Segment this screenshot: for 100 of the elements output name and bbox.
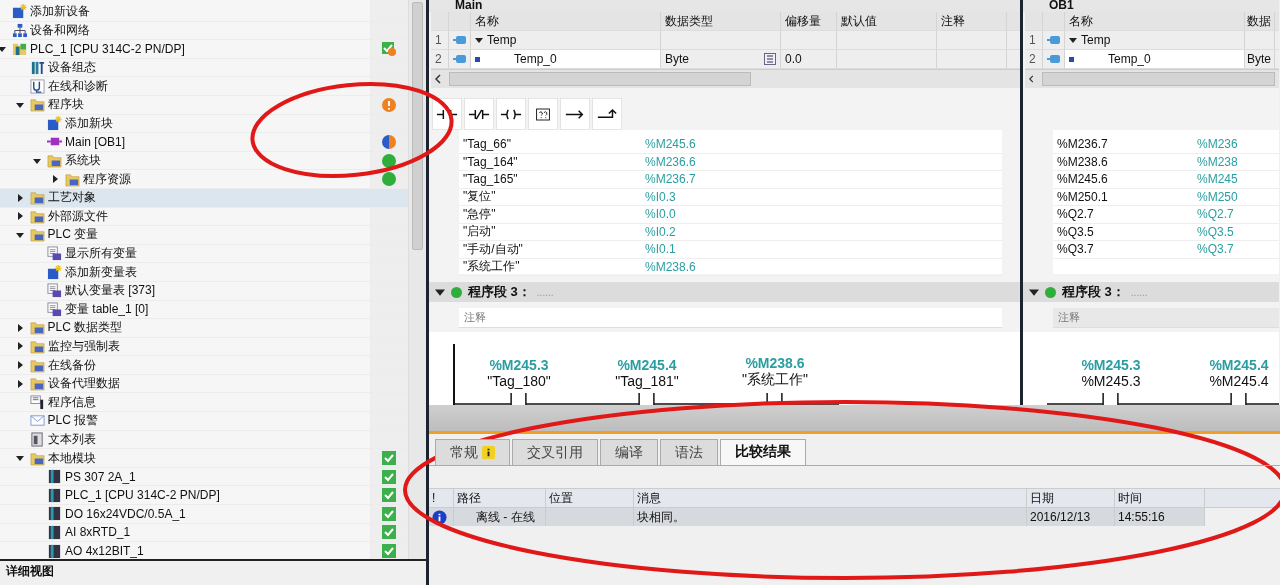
- comment-field[interactable]: 注释: [1053, 308, 1279, 328]
- expand-arrow-icon[interactable]: [15, 193, 24, 202]
- tree-item[interactable]: PLC_1 [CPU 314C-2 PN/DP]: [0, 40, 408, 59]
- tree-item[interactable]: 系统块: [0, 151, 408, 171]
- column-header[interactable]: 名称: [471, 12, 661, 30]
- tag-name[interactable]: %Q2.7: [1053, 207, 1197, 222]
- tree-item[interactable]: 在线备份: [0, 356, 408, 375]
- tree-item[interactable]: 本地模块: [0, 449, 408, 468]
- collapse-arrow-icon[interactable]: [1069, 36, 1077, 44]
- column-header[interactable]: 消息: [634, 489, 1027, 507]
- tab[interactable]: 交叉引用: [512, 439, 598, 465]
- column-header[interactable]: 偏移量: [781, 12, 837, 30]
- tree-item[interactable]: 设备和网络: [0, 21, 408, 41]
- details-view-header[interactable]: 详细视图: [0, 559, 426, 585]
- tree-item[interactable]: DO 16x24VDC/0.5A_1: [0, 505, 408, 524]
- tag-name[interactable]: "Tag_66": [459, 137, 645, 152]
- expand-arrow-icon[interactable]: [15, 379, 24, 388]
- ladder-tool-button[interactable]: [464, 98, 494, 130]
- scroll-left-icon[interactable]: [1029, 74, 1034, 84]
- network-header[interactable]: 程序段 3： ......: [1023, 282, 1279, 302]
- contact-symbol[interactable]: [1047, 393, 1175, 405]
- scroll-left-icon[interactable]: [435, 74, 441, 84]
- expand-arrow-icon[interactable]: [15, 323, 24, 332]
- tag-name[interactable]: "Tag_164": [459, 154, 645, 169]
- collapse-arrow-icon[interactable]: [33, 156, 41, 165]
- tag-name[interactable]: %M236.7: [1053, 137, 1197, 152]
- tree-item[interactable]: 程序资源: [0, 170, 408, 189]
- ladder-tool-button[interactable]: [560, 98, 590, 130]
- scrollbar[interactable]: [1025, 69, 1279, 88]
- column-header[interactable]: 默认值: [837, 12, 937, 30]
- tree-item[interactable]: 设备组态: [0, 58, 408, 78]
- collapse-arrow-icon[interactable]: [15, 100, 24, 109]
- tree-item[interactable]: PLC_1 [CPU 314C-2 PN/DP]: [0, 486, 408, 506]
- tree-item[interactable]: 文本列表: [0, 430, 408, 450]
- tree-item[interactable]: PLC 变量: [0, 226, 408, 245]
- collapse-arrow-icon[interactable]: [15, 230, 24, 239]
- tab[interactable]: 编译: [600, 439, 658, 465]
- tag-name[interactable]: %Q3.7: [1053, 242, 1197, 257]
- collapse-arrow-icon[interactable]: [435, 287, 445, 297]
- tree-item[interactable]: PLC 报警: [0, 412, 408, 431]
- tag-name[interactable]: "复位": [459, 188, 645, 206]
- column-header[interactable]: !: [429, 489, 454, 507]
- expand-arrow-icon[interactable]: [50, 175, 59, 184]
- tree-item[interactable]: 添加新块: [0, 114, 408, 134]
- tag-name[interactable]: %M238.6: [1053, 154, 1197, 169]
- tab[interactable]: 比较结果: [720, 439, 806, 465]
- tag-name[interactable]: "启动": [459, 223, 645, 241]
- ladder-tool-button[interactable]: [592, 98, 622, 130]
- tree-item[interactable]: PLC 数据类型: [0, 319, 408, 338]
- tree-item[interactable]: 添加新变量表: [0, 263, 408, 282]
- tree-item[interactable]: 默认变量表 [373]: [0, 281, 408, 301]
- tab[interactable]: 常规: [435, 439, 510, 465]
- scrollbar[interactable]: [408, 0, 426, 559]
- expand-arrow-icon[interactable]: [15, 212, 24, 221]
- tree-item[interactable]: Main [OB1]: [0, 133, 408, 152]
- contact-symbol[interactable]: [583, 393, 711, 405]
- contact-symbol[interactable]: [455, 393, 583, 405]
- scrollbar[interactable]: [431, 69, 1020, 88]
- tag-name[interactable]: "Tag_165": [459, 172, 645, 187]
- column-header[interactable]: 日期: [1027, 489, 1115, 507]
- column-header[interactable]: 注释: [937, 12, 1007, 30]
- tree-item[interactable]: 显示所有变量: [0, 244, 408, 264]
- network-icon: [12, 22, 27, 38]
- ladder-tool-button[interactable]: [528, 98, 558, 130]
- tree-item[interactable]: 程序块: [0, 95, 408, 115]
- tree-item[interactable]: 监控与强制表: [0, 337, 408, 357]
- list-icon[interactable]: [764, 53, 776, 65]
- tree-item[interactable]: 在线和诊断: [0, 77, 408, 96]
- contact-symbol[interactable]: [1175, 393, 1279, 405]
- tag-name[interactable]: %Q3.5: [1053, 224, 1197, 239]
- comment-field[interactable]: 注释: [459, 308, 1002, 328]
- tag-name[interactable]: "系统工作": [459, 258, 645, 276]
- column-header[interactable]: 时间: [1115, 489, 1205, 507]
- tag-name[interactable]: "手动/自动": [459, 240, 645, 258]
- expand-arrow-icon[interactable]: [15, 361, 24, 370]
- tag-name[interactable]: %M245.6: [1053, 172, 1197, 187]
- collapse-arrow-icon[interactable]: [1029, 287, 1039, 297]
- column-header[interactable]: 数据: [1245, 12, 1275, 30]
- check-icon: [382, 488, 396, 503]
- message-row[interactable]: 离线 - 在线 块相同。 2016/12/13 14:55:16: [429, 508, 1205, 526]
- tag-name[interactable]: %M250.1: [1053, 189, 1197, 204]
- ladder-tool-button[interactable]: [496, 98, 526, 130]
- tree-item[interactable]: 外部源文件: [0, 207, 408, 227]
- network-header[interactable]: 程序段 3： ......: [429, 282, 1020, 302]
- collapse-arrow-icon[interactable]: [15, 454, 24, 463]
- tree-item[interactable]: 设备代理数据: [0, 374, 408, 394]
- tag-name[interactable]: "急停": [459, 205, 645, 223]
- column-header[interactable]: 名称: [1065, 12, 1245, 30]
- tree-item[interactable]: PS 307 2A_1: [0, 467, 408, 487]
- collapse-arrow-icon[interactable]: [475, 36, 483, 44]
- collapse-arrow-icon[interactable]: [0, 45, 6, 53]
- tree-item[interactable]: 程序信息: [0, 393, 408, 413]
- tab[interactable]: 语法: [660, 439, 718, 465]
- tree-item[interactable]: 添加新设备: [0, 3, 408, 22]
- tree-item[interactable]: 变量 table_1 [0]: [0, 300, 408, 320]
- column-header[interactable]: 数据类型: [661, 12, 781, 30]
- column-header[interactable]: 路径: [454, 489, 546, 507]
- tree-item[interactable]: AI 8xRTD_1: [0, 523, 408, 543]
- expand-arrow-icon[interactable]: [15, 342, 24, 351]
- column-header[interactable]: 位置: [546, 489, 634, 507]
